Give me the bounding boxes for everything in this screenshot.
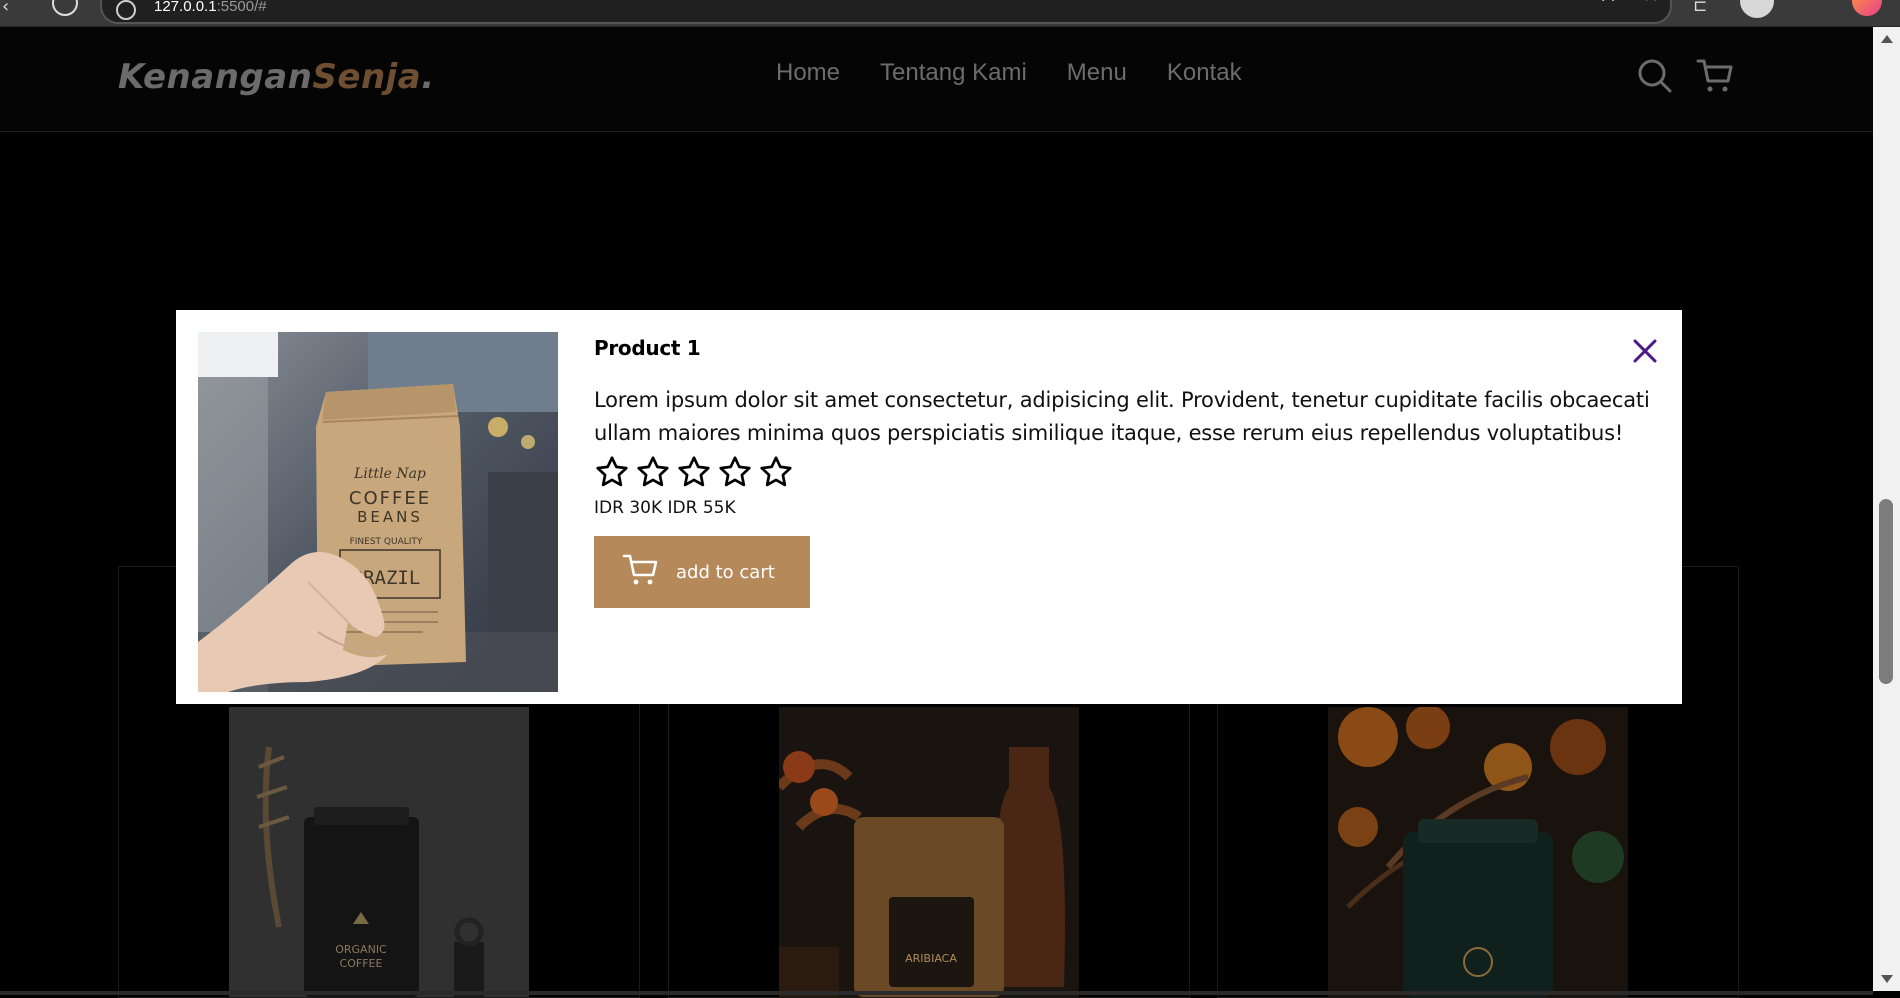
address-bar[interactable]: 127.0.0.1:5500/# a/ A ☆ xyxy=(100,0,1672,24)
add-to-cart-button[interactable]: add to cart xyxy=(594,536,810,608)
scroll-down-arrow-icon[interactable] xyxy=(1881,975,1893,983)
product-description: Lorem ipsum dolor sit amet consectetur, … xyxy=(594,388,1650,445)
copilot-icon[interactable] xyxy=(1852,0,1882,16)
modal-content: Product 1 Lorem ipsum dolor sit amet con… xyxy=(594,336,1654,608)
svg-text:ARIBIACA: ARIBIACA xyxy=(905,952,957,965)
product-price: IDR 30K IDR 55K xyxy=(594,498,736,518)
translate-icon[interactable]: a/ xyxy=(1557,0,1570,2)
svg-text:BEANS: BEANS xyxy=(357,508,423,526)
svg-text:COFFEE: COFFEE xyxy=(340,957,383,970)
profile-avatar[interactable] xyxy=(1740,0,1774,18)
nav-link-tentang-kami[interactable]: Tentang Kami xyxy=(880,59,1027,87)
window-bottom-border xyxy=(0,991,1873,995)
product-image: ARIBIACA xyxy=(779,707,1079,997)
star-icon xyxy=(637,456,669,487)
svg-text:ORGANIC: ORGANIC xyxy=(335,943,387,956)
nav-link-menu[interactable]: Menu xyxy=(1067,59,1127,87)
star-rating xyxy=(594,454,1654,490)
svg-text:FINEST QUALITY: FINEST QUALITY xyxy=(350,537,423,547)
product-image: ORGANIC COFFEE xyxy=(229,707,529,997)
star-icon xyxy=(719,456,751,487)
star-icon xyxy=(678,456,710,487)
reload-icon[interactable] xyxy=(52,0,78,16)
site-logo[interactable]: KenanganSenja. xyxy=(118,57,435,97)
cart-icon[interactable] xyxy=(1696,57,1734,95)
search-icon[interactable] xyxy=(1636,57,1674,95)
nav-link-home[interactable]: Home xyxy=(776,59,840,87)
back-arrow-icon[interactable]: ‹ xyxy=(2,0,9,17)
product-detail-modal: Little Nap COFFEE BEANS FINEST QUALITY B… xyxy=(176,310,1682,704)
add-to-cart-label: add to cart xyxy=(676,561,775,583)
site-info-icon[interactable] xyxy=(116,0,136,20)
favorite-star-icon[interactable]: ☆ xyxy=(1642,0,1660,6)
url-text: 127.0.0.1:5500/# xyxy=(154,0,267,15)
star-icon xyxy=(760,456,792,487)
read-aloud-icon[interactable]: A xyxy=(1602,0,1614,6)
product-image xyxy=(1328,707,1628,997)
site-navbar: KenanganSenja. Home Tentang Kami Menu Ko… xyxy=(0,27,1873,132)
svg-text:COFFEE: COFFEE xyxy=(349,488,431,509)
product-photo: Little Nap COFFEE BEANS FINEST QUALITY B… xyxy=(198,332,558,692)
star-icon xyxy=(596,456,628,487)
main-nav: Home Tentang Kami Menu Kontak xyxy=(776,59,1282,87)
cart-icon xyxy=(622,552,660,593)
scroll-up-arrow-icon[interactable] xyxy=(1881,35,1893,43)
collections-icon[interactable]: ⊏ xyxy=(1693,0,1707,16)
close-icon[interactable] xyxy=(1630,336,1660,366)
svg-text:Little Nap: Little Nap xyxy=(353,466,426,482)
product-title: Product 1 xyxy=(594,336,701,360)
nav-link-kontak[interactable]: Kontak xyxy=(1167,59,1242,87)
browser-toolbar: ‹ 127.0.0.1:5500/# a/ A ☆ ⊏ xyxy=(0,0,1900,27)
page-scrollbar[interactable] xyxy=(1873,27,1900,991)
scrollbar-thumb[interactable] xyxy=(1879,499,1893,684)
nav-icons xyxy=(1636,57,1734,95)
